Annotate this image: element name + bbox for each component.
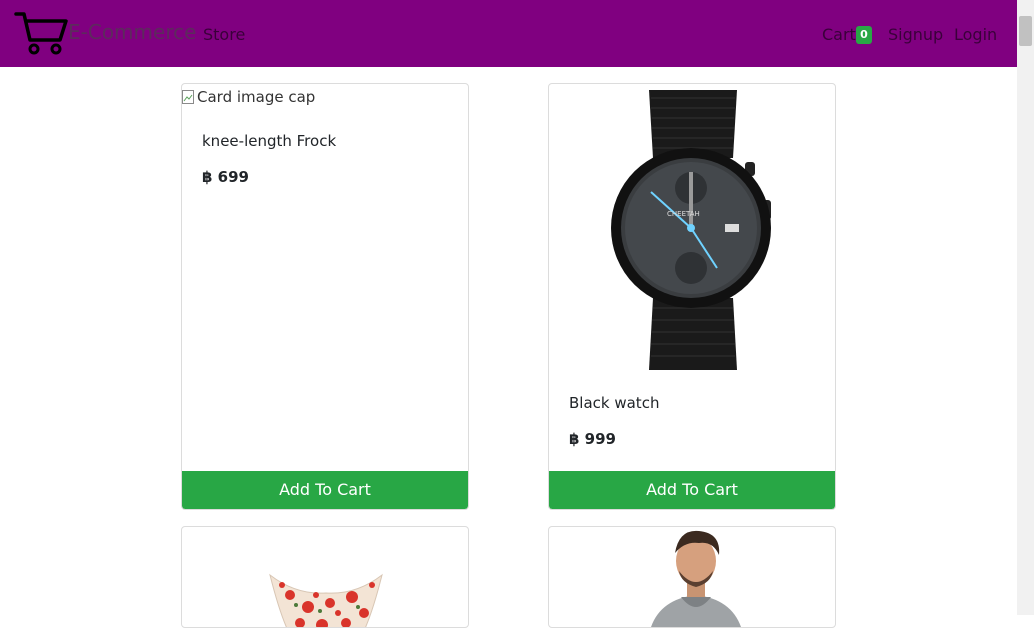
- nav-store-link[interactable]: Store: [203, 25, 245, 44]
- product-card: Card image cap knee-length Frock ฿ 699 A…: [181, 83, 469, 510]
- product-card: CHEETAH Black watch ฿ 999 Add To Cart: [548, 83, 836, 510]
- shopping-cart-icon[interactable]: [14, 10, 68, 56]
- product-price: ฿ 999: [569, 430, 616, 448]
- product-card: [181, 526, 469, 628]
- scrollbar-thumb[interactable]: [1019, 16, 1032, 46]
- nav-login-link[interactable]: Login: [954, 25, 997, 44]
- nav-cart-link[interactable]: Cart: [822, 25, 856, 44]
- svg-text:CHEETAH: CHEETAH: [667, 210, 700, 218]
- product-name: Black watch: [569, 394, 660, 412]
- product-image: CHEETAH: [611, 90, 771, 370]
- brand-name[interactable]: E-Commerce: [68, 20, 196, 44]
- add-to-cart-button[interactable]: Add To Cart: [182, 471, 468, 509]
- product-price: ฿ 699: [202, 168, 249, 186]
- product-image: [651, 530, 741, 627]
- product-image: Card image cap: [182, 88, 315, 106]
- vertical-scrollbar[interactable]: [1017, 0, 1034, 615]
- image-alt-text: Card image cap: [197, 88, 316, 106]
- add-to-cart-button[interactable]: Add To Cart: [549, 471, 835, 509]
- nav-signup-link[interactable]: Signup: [888, 25, 943, 44]
- broken-image-icon: [182, 89, 195, 105]
- product-image: [269, 573, 383, 627]
- product-card: [548, 526, 836, 628]
- product-name: knee-length Frock: [202, 132, 337, 150]
- navbar: E-Commerce Store Cart 0 Signup Login: [0, 0, 1017, 67]
- cart-count-badge: 0: [856, 26, 872, 44]
